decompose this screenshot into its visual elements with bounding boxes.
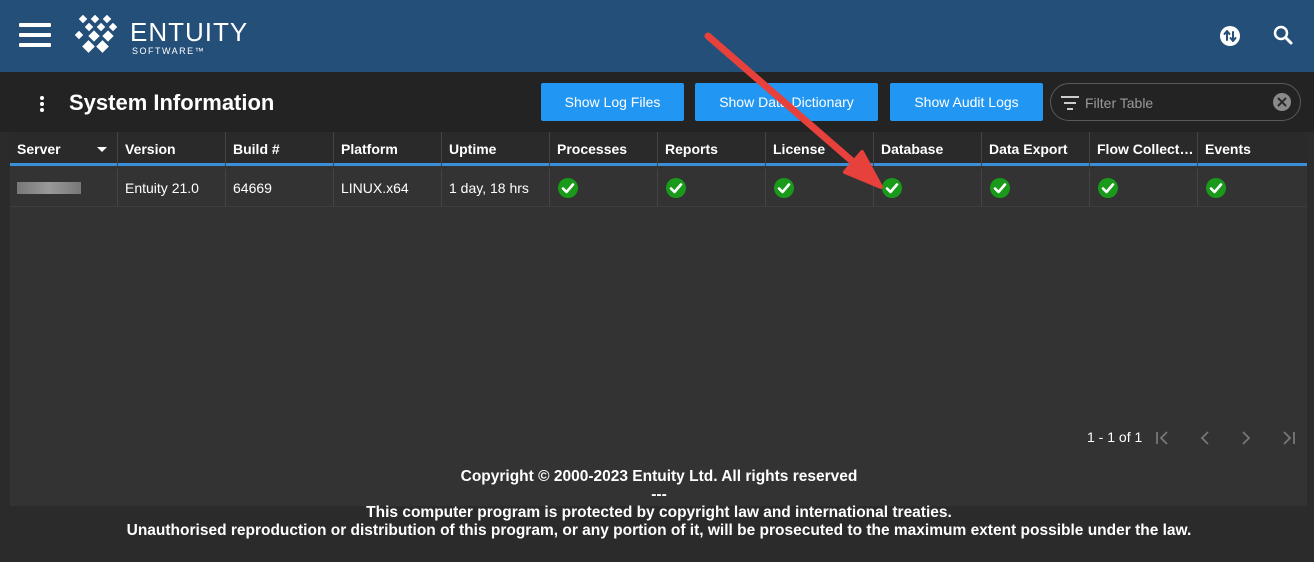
clear-filter-icon[interactable] <box>1272 92 1292 112</box>
entuity-logo[interactable]: ENTUITY SOFTWARE™ <box>74 14 249 58</box>
menu-icon[interactable] <box>19 23 51 47</box>
redacted-server-name <box>17 182 81 194</box>
show-audit-logs-button[interactable]: Show Audit Logs <box>890 83 1043 121</box>
logo-subtext: SOFTWARE™ <box>132 46 206 56</box>
cell-processes <box>550 169 658 207</box>
sync-icon[interactable] <box>1219 25 1241 47</box>
cell-database <box>874 169 982 207</box>
column-header-data-export[interactable]: Data Export <box>982 132 1090 166</box>
column-header-platform[interactable]: Platform <box>334 132 442 166</box>
cell-version: Entuity 21.0 <box>118 169 226 207</box>
check-circle-icon <box>666 178 686 198</box>
cell-platform: LINUX.x64 <box>334 169 442 207</box>
logo-mark-icon <box>74 14 118 53</box>
cell-build: 64669 <box>226 169 334 207</box>
system-info-table: Server Version Build # Platform Uptime P… <box>10 132 1307 506</box>
show-data-dictionary-button[interactable]: Show Data Dictionary <box>695 83 878 121</box>
column-header-events[interactable]: Events <box>1198 132 1307 166</box>
copyright-notice: Copyright © 2000-2023 Entuity Ltd. All r… <box>0 468 1314 540</box>
check-circle-icon <box>990 178 1010 198</box>
cell-events <box>1198 169 1307 207</box>
check-circle-icon <box>1206 178 1226 198</box>
copyright-protection-text: This computer program is protected by co… <box>366 504 952 521</box>
column-header-reports[interactable]: Reports <box>658 132 766 166</box>
check-circle-icon <box>882 178 902 198</box>
panel-toolbar: System Information Show Log Files Show D… <box>0 72 1314 132</box>
next-page-icon[interactable] <box>1236 428 1256 448</box>
column-label: Server <box>17 141 61 157</box>
system-information-panel: System Information Show Log Files Show D… <box>0 72 1314 562</box>
cell-data-export <box>982 169 1090 207</box>
copyright-separator: --- <box>651 486 667 503</box>
last-page-icon[interactable] <box>1278 428 1298 448</box>
column-header-build[interactable]: Build # <box>226 132 334 166</box>
check-circle-icon <box>558 178 578 198</box>
top-app-bar: ENTUITY SOFTWARE™ <box>0 0 1314 72</box>
filter-table-field[interactable] <box>1050 83 1301 121</box>
copyright-line: Copyright © 2000-2023 Entuity Ltd. All r… <box>460 468 858 485</box>
cell-uptime: 1 day, 18 hrs <box>442 169 550 207</box>
logo-text: ENTUITY <box>130 17 249 47</box>
check-circle-icon <box>774 178 794 198</box>
show-log-files-button[interactable]: Show Log Files <box>541 83 684 121</box>
column-header-license[interactable]: License <box>766 132 874 166</box>
cell-license <box>766 169 874 207</box>
column-header-server[interactable]: Server <box>10 132 118 166</box>
table-header: Server Version Build # Platform Uptime P… <box>10 132 1307 166</box>
cell-server <box>10 169 118 207</box>
column-header-flow-collector[interactable]: Flow Collect… <box>1090 132 1198 166</box>
column-header-version[interactable]: Version <box>118 132 226 166</box>
column-header-processes[interactable]: Processes <box>550 132 658 166</box>
sort-descending-icon[interactable] <box>97 147 107 152</box>
filter-icon <box>1061 96 1079 110</box>
filter-table-input[interactable] <box>1085 92 1265 114</box>
more-options-icon[interactable] <box>37 94 47 114</box>
page-title: System Information <box>69 90 275 115</box>
check-circle-icon <box>1098 178 1118 198</box>
previous-page-icon[interactable] <box>1195 428 1215 448</box>
table-row[interactable]: Entuity 21.0 64669 LINUX.x64 1 day, 18 h… <box>10 169 1307 207</box>
column-header-uptime[interactable]: Uptime <box>442 132 550 166</box>
cell-flow-collector <box>1090 169 1198 207</box>
first-page-icon[interactable] <box>1153 428 1173 448</box>
column-header-database[interactable]: Database <box>874 132 982 166</box>
cell-reports <box>658 169 766 207</box>
copyright-warning-text: Unauthorised reproduction or distributio… <box>126 522 1192 539</box>
search-icon[interactable] <box>1272 24 1294 46</box>
pagination-range: 1 - 1 of 1 <box>1087 429 1143 445</box>
